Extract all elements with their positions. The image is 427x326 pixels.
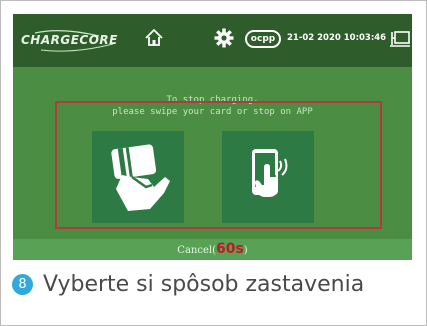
chargecore-logo: CHARGECORE (21, 30, 129, 52)
swipe-card-option[interactable] (92, 131, 184, 223)
home-icon[interactable] (143, 27, 165, 49)
stop-on-app-option[interactable] (222, 131, 314, 223)
caption-text: Vyberte si spôsob zastavenia (43, 271, 365, 297)
card-in-hand-icon (111, 144, 170, 211)
cancel-label: Cancel( (177, 245, 216, 256)
step-caption: 8 Vyberte si spôsob zastavenia (12, 268, 364, 300)
cancel-bar[interactable]: Cancel(60s) (13, 239, 412, 260)
date-time: 21-02 2020 10:03:46 (287, 33, 387, 43)
monitor-icon[interactable] (389, 28, 411, 50)
cancel-button[interactable]: Cancel(60s) (13, 239, 412, 260)
top-bar: CHARGECORE ocpp 21-02 2020 10:03:46 (13, 14, 412, 67)
cancel-label-end: ) (243, 245, 248, 256)
logo-text: CHARGECORE (21, 33, 118, 47)
phone-tap-icon (252, 149, 288, 197)
step-number-badge: 8 (12, 273, 33, 295)
countdown-timer: 60s (215, 241, 244, 257)
ocpp-badge: ocpp (245, 30, 281, 48)
gear-icon[interactable] (213, 27, 235, 49)
charger-screen: CHARGECORE ocpp 21-02 2020 10:03:46 To s… (13, 14, 412, 260)
